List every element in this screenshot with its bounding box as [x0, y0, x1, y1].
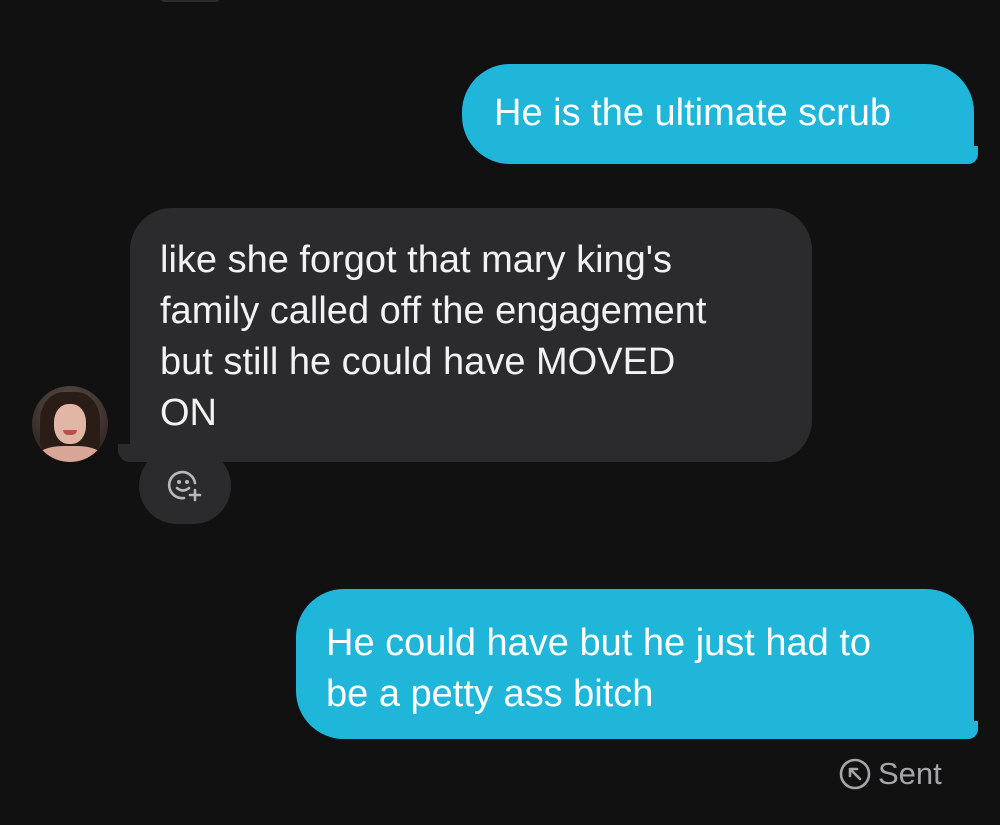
outgoing-bubble-tail — [960, 721, 978, 739]
status-label: Sent — [878, 756, 942, 791]
outgoing-bubble-tail — [960, 146, 978, 164]
avatar-shoulders — [36, 446, 104, 462]
message-status: Sent — [838, 755, 942, 793]
incoming-bubble-tail — [118, 444, 138, 462]
outgoing-message[interactable]: He is the ultimate scrub — [462, 64, 974, 164]
avatar-face — [54, 404, 86, 444]
sent-arrow-icon — [839, 758, 871, 790]
outgoing-message[interactable]: He could have but he just had to be a pe… — [296, 589, 974, 739]
incoming-message[interactable]: like she forgot that mary king's family … — [130, 208, 812, 462]
add-reaction-icon — [167, 470, 202, 502]
previous-message-edge — [160, 0, 220, 2]
contact-avatar[interactable] — [32, 386, 108, 462]
add-reaction-button[interactable] — [139, 448, 231, 524]
